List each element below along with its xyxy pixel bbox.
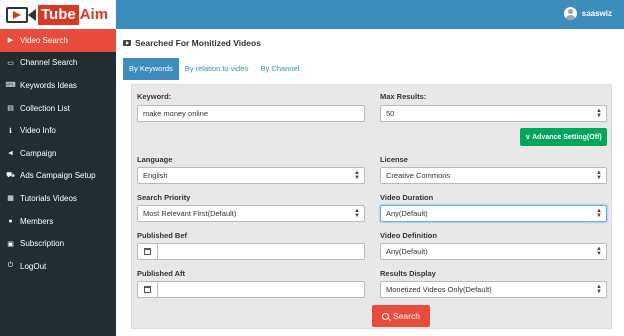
published-bef-label: Published Bef bbox=[137, 231, 188, 240]
search-button[interactable]: Search bbox=[372, 305, 430, 327]
calendar-icon bbox=[144, 248, 151, 255]
sidebar-item-label: Members bbox=[20, 216, 54, 226]
sidebar-item-subscription[interactable]: ▣ Subscription bbox=[0, 232, 116, 255]
search-priority-select[interactable]: Most Relevant First(Default) ▲ ▼ bbox=[137, 205, 365, 222]
max-results-value: 50 bbox=[386, 109, 395, 118]
results-display-value: Monetized Videos Only(Default) bbox=[386, 285, 492, 294]
keyword-label: Keyword: bbox=[137, 92, 172, 101]
page-title-text: Searched For Monitized Videos bbox=[135, 38, 261, 48]
logo[interactable]: Tube Aim bbox=[0, 0, 116, 29]
select-arrows-icon: ▲ ▼ bbox=[596, 208, 602, 219]
user-menu[interactable]: saaswiz bbox=[563, 7, 612, 20]
advance-setting-button[interactable]: ∨ Advance Setting(Off) bbox=[520, 128, 607, 146]
sidebar-item-label: Ads Campaign Setup bbox=[20, 171, 96, 181]
film-icon: ▦ bbox=[7, 195, 14, 203]
published-aft-label: Published Aft bbox=[137, 269, 186, 278]
results-display-label: Results Display bbox=[380, 269, 436, 278]
sidebar-item-channel-search[interactable]: ▭ Channel Search bbox=[0, 52, 116, 75]
sidebar-item-label: Channel Search bbox=[20, 58, 78, 68]
language-label: Language bbox=[137, 155, 173, 164]
top-header: Tube Aim saaswiz bbox=[0, 0, 624, 29]
logo-text-aim: Aim bbox=[79, 5, 109, 23]
sidebar-item-logout[interactable]: ⏻ LogOut bbox=[0, 255, 116, 278]
sidebar-item-tutorials-videos[interactable]: ▦ Tutorials Videos bbox=[0, 187, 116, 210]
card-icon: ▣ bbox=[7, 240, 14, 248]
tab-by-keywords[interactable]: By Keywords bbox=[123, 58, 179, 80]
calendar-icon bbox=[144, 286, 151, 293]
results-display-select[interactable]: Monetized Videos Only(Default) ▲ ▼ bbox=[380, 281, 607, 298]
select-arrows-icon: ▲ ▼ bbox=[354, 208, 360, 219]
search-priority-value: Most Relevant First(Default) bbox=[143, 209, 237, 218]
sidebar-item-label: Subscription bbox=[20, 239, 65, 249]
tab-by-relation-to-video[interactable]: By relation to video bbox=[179, 58, 255, 80]
sidebar: ▶ Video Search ▭ Channel Search ⌨ Keywor… bbox=[0, 29, 116, 336]
sidebar-item-members[interactable]: ● Members bbox=[0, 210, 116, 233]
sidebar-item-keywords-ideas[interactable]: ⌨ Keywords Ideas bbox=[0, 74, 116, 97]
video-duration-value: Any(Default) bbox=[386, 209, 428, 218]
language-value: English bbox=[143, 171, 168, 180]
select-arrows-icon: ▲ ▼ bbox=[596, 284, 602, 295]
sidebar-item-campaign[interactable]: ◄ Campaign bbox=[0, 142, 116, 165]
search-tabs: By Keywords By relation to video By Chan… bbox=[123, 58, 305, 80]
sidebar-item-video-search[interactable]: ▶ Video Search bbox=[0, 29, 116, 52]
max-results-label: Max Results: bbox=[380, 92, 427, 101]
calendar-addon[interactable] bbox=[137, 243, 157, 260]
select-arrows-icon: ▲ ▼ bbox=[596, 170, 602, 181]
license-label: License bbox=[380, 155, 408, 164]
logo-text-tube: Tube bbox=[38, 4, 79, 25]
select-arrows-icon: ▲ ▼ bbox=[354, 170, 360, 181]
sidebar-item-label: Keywords Ideas bbox=[20, 80, 77, 90]
user-icon: ● bbox=[8, 217, 13, 225]
sidebar-item-label: Video Info bbox=[20, 126, 56, 136]
youtube-icon: ▶ bbox=[7, 37, 14, 45]
language-select[interactable]: English ▲ ▼ bbox=[137, 167, 365, 184]
sidebar-item-label: Campaign bbox=[20, 148, 57, 158]
published-bef-input[interactable] bbox=[157, 243, 365, 260]
published-bef-field bbox=[137, 243, 365, 260]
published-aft-input[interactable] bbox=[157, 281, 365, 298]
sidebar-item-collection-list[interactable]: ▤ Collection List bbox=[0, 97, 116, 120]
avatar bbox=[563, 7, 577, 20]
info-icon: ℹ bbox=[9, 127, 12, 135]
video-definition-select[interactable]: Any(Default) ▲ ▼ bbox=[380, 243, 607, 260]
video-duration-label: Video Duration bbox=[380, 193, 434, 202]
sidebar-item-label: LogOut bbox=[20, 261, 47, 271]
video-duration-select[interactable]: Any(Default) ▲ ▼ bbox=[380, 205, 607, 222]
user-name: saaswiz bbox=[581, 9, 612, 18]
monitor-icon: ▭ bbox=[7, 59, 14, 67]
video-definition-label: Video Definition bbox=[380, 231, 437, 240]
select-arrows-icon: ▲ ▼ bbox=[596, 108, 602, 119]
page-title: Searched For Monitized Videos bbox=[123, 38, 261, 48]
search-priority-label: Search Priority bbox=[137, 193, 191, 202]
keyword-input[interactable]: make money online bbox=[137, 105, 365, 122]
video-camera-icon bbox=[6, 6, 36, 24]
video-definition-value: Any(Default) bbox=[386, 247, 428, 256]
sidebar-item-label: Collection List bbox=[20, 103, 70, 113]
tab-by-channel[interactable]: By Channel bbox=[255, 58, 306, 80]
sidebar-item-label: Tutorials Videos bbox=[20, 193, 77, 203]
calendar-addon[interactable] bbox=[137, 281, 157, 298]
sidebar-item-ads-campaign-setup[interactable]: ⛟ Ads Campaign Setup bbox=[0, 165, 116, 188]
search-icon bbox=[382, 312, 390, 320]
license-value: Creative Commons bbox=[386, 171, 451, 180]
sidebar-item-label: Video Search bbox=[20, 35, 68, 45]
list-icon: ▤ bbox=[7, 105, 14, 113]
license-select[interactable]: Creative Commons ▲ ▼ bbox=[380, 167, 607, 184]
power-icon: ⏻ bbox=[7, 262, 14, 270]
youtube-icon bbox=[123, 40, 131, 46]
sidebar-item-video-info[interactable]: ℹ Video Info bbox=[0, 119, 116, 142]
keyboard-icon: ⌨ bbox=[5, 82, 16, 90]
select-arrows-icon: ▲ ▼ bbox=[596, 246, 602, 257]
max-results-select[interactable]: 50 ▲ ▼ bbox=[380, 105, 607, 122]
bullhorn-icon: ◄ bbox=[7, 149, 14, 157]
cart-icon: ⛟ bbox=[6, 172, 15, 180]
published-aft-field bbox=[137, 281, 365, 298]
search-button-label: Search bbox=[393, 311, 420, 321]
